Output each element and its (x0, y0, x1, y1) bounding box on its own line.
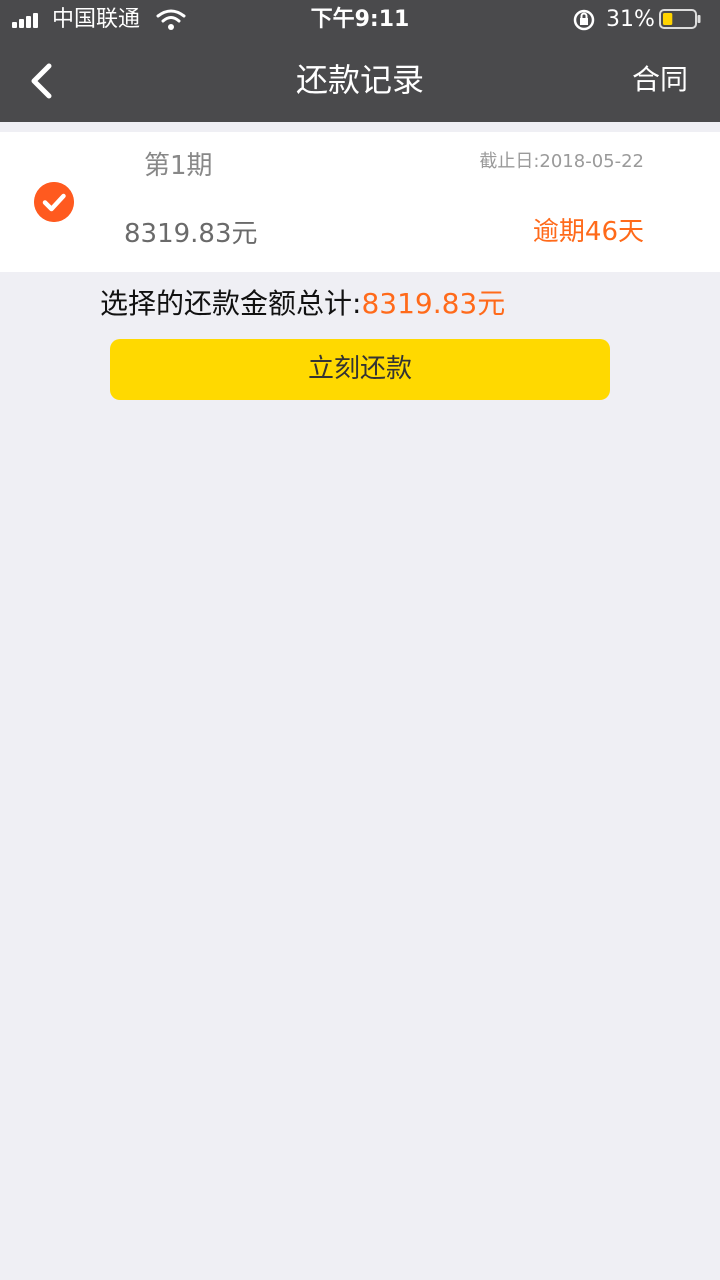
checkmark-circle-icon[interactable] (34, 182, 74, 222)
repayment-records-screen: 中国联通 下午9:11 31% 还款记录 合同 第1期 截止日:2018-05-… (0, 0, 720, 1280)
total-amount: 8319.83元 (361, 287, 506, 320)
repayment-total: 选择的还款金额总计:8319.83元 (100, 284, 505, 324)
overdue-status: 逾期46天 (532, 217, 644, 247)
installment-amount: 8319.83元 (124, 219, 258, 249)
total-label: 选择的还款金额总计: (100, 287, 362, 320)
page-title: 还款记录 (295, 61, 424, 99)
battery-icon (659, 9, 701, 29)
status-bar: 中国联通 下午9:11 31% (0, 0, 720, 40)
top-bar: 中国联通 下午9:11 31% 还款记录 合同 (0, 0, 720, 122)
installment-card[interactable]: 第1期 截止日:2018-05-22 8319.83元 逾期46天 (0, 132, 720, 272)
contract-link[interactable]: 合同 (632, 60, 688, 100)
navigation-bar: 还款记录 合同 (0, 40, 720, 122)
rotation-lock-icon (573, 9, 595, 31)
due-date: 截止日:2018-05-22 (479, 151, 644, 172)
pay-now-button[interactable]: 立刻还款 (110, 339, 610, 400)
installment-period: 第1期 (144, 151, 213, 181)
battery-percent: 31% (606, 7, 655, 32)
